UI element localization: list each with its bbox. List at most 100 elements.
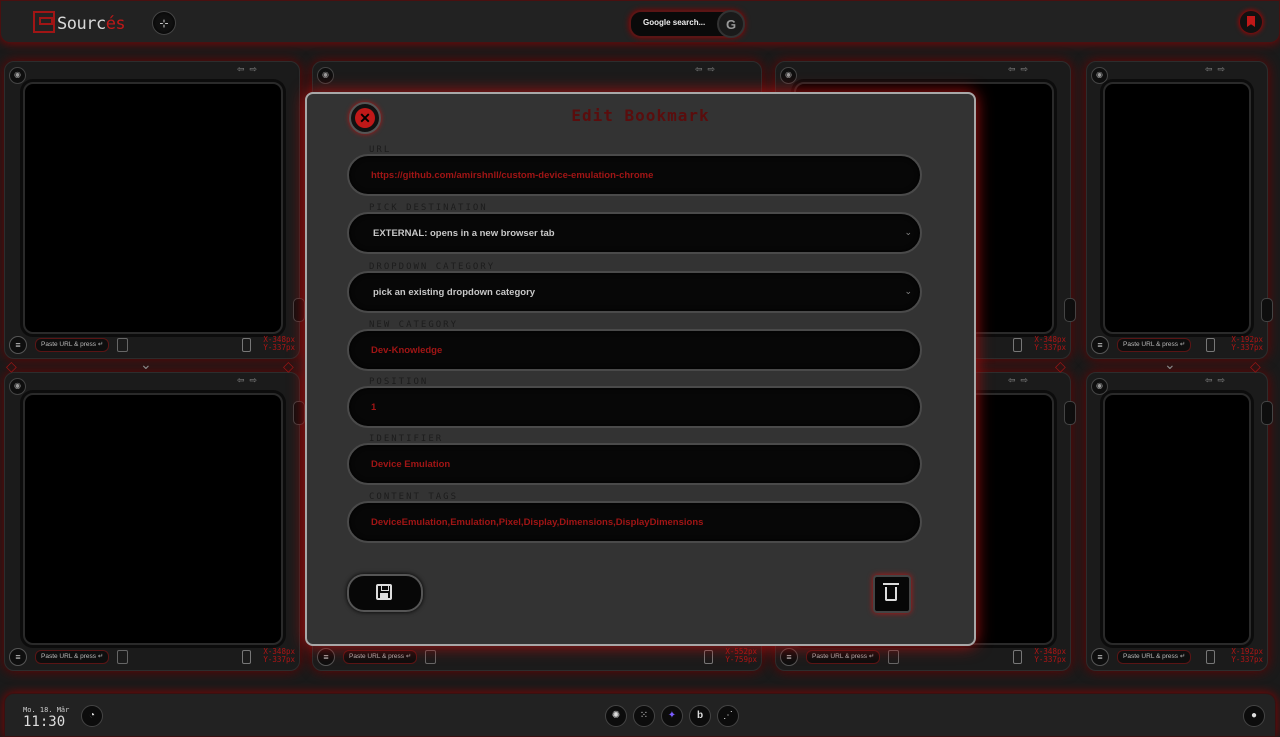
position-input[interactable]: 1 — [347, 386, 922, 428]
clock-display: 11:30 — [23, 714, 66, 730]
new-category-input[interactable]: Dev-Knowledge — [347, 329, 922, 371]
url-input[interactable]: https://github.com/amirshnll/custom-devi… — [347, 154, 922, 196]
rotate-icon[interactable] — [293, 401, 305, 425]
phone-icon[interactable] — [242, 338, 251, 352]
google-search-field[interactable]: Google search... G — [629, 10, 745, 38]
panel-footer: ≡ Paste URL & press ↵ X-348pxY-337px — [9, 648, 295, 666]
visibility-icon[interactable]: ◉ — [317, 67, 334, 84]
save-button[interactable] — [347, 574, 423, 612]
visibility-icon[interactable]: ◉ — [9, 378, 26, 395]
device-screen — [23, 82, 283, 334]
identifier-label: IDENTIFIER — [369, 434, 444, 444]
sitemap-icon[interactable]: ⊹ — [152, 11, 176, 35]
logo[interactable]: Sourcés — [33, 9, 141, 35]
dropdown-category-select[interactable]: pick an existing dropdown category ⌄ — [347, 271, 922, 313]
visibility-icon[interactable]: ◉ — [1091, 67, 1108, 84]
dropdown-category-label: DROPDOWN CATEGORY — [369, 262, 496, 272]
menu-icon[interactable]: ≡ — [1091, 648, 1109, 666]
menu-icon[interactable]: ≡ — [9, 648, 27, 666]
nav-arrows-icon[interactable]: ⇦⇨ — [1008, 64, 1033, 75]
phone-icon[interactable] — [1206, 338, 1215, 352]
content-tags-label: CONTENT TAGS — [369, 492, 459, 502]
edit-bookmark-dialog: ✕ Edit Bookmark https://github.com/amirs… — [305, 92, 976, 646]
paste-url-input[interactable]: Paste URL & press ↵ — [35, 650, 110, 664]
dimensions: X-552px Y-759px — [725, 647, 757, 664]
clipboard-icon[interactable] — [425, 650, 436, 664]
paste-url-input[interactable]: Paste URL & press ↵ — [1117, 650, 1192, 664]
rotate-icon[interactable] — [293, 298, 305, 322]
search-placeholder: Google search... — [643, 18, 706, 27]
device-panel: ◉ ⇦⇨ ≡ Paste URL & press ↵ X-192px Y-337p… — [1086, 61, 1273, 359]
grid-dots-icon[interactable]: ⁙ — [633, 705, 655, 727]
rotate-icon[interactable] — [1261, 298, 1273, 322]
bottom-bar: Mo. 18. Mär 11:30 ◔ ✺ ⁙ ✦ b ⋰ ● — [4, 693, 1276, 737]
bookmark-icon[interactable] — [1239, 10, 1263, 34]
nav-arrows-icon[interactable]: ⇦⇨ — [1205, 375, 1230, 386]
dimensions: X-348px Y-337px — [1034, 335, 1066, 352]
resize-handle-icon[interactable]: ◇ — [1250, 358, 1261, 375]
dialog-title: Edit Bookmark — [571, 106, 710, 125]
dimensions: X-348px Y-337px — [1034, 647, 1066, 664]
paste-url-input[interactable]: Paste URL & press ↵ — [1117, 338, 1192, 352]
share-icon[interactable]: ⋰ — [717, 705, 739, 727]
menu-icon[interactable]: ≡ — [780, 648, 798, 666]
logo-icon — [33, 11, 55, 33]
paste-url-input[interactable]: Paste URL & press ↵ — [343, 650, 418, 664]
rotate-icon[interactable] — [1261, 401, 1273, 425]
nav-arrows-icon[interactable]: ⇦⇨ — [695, 64, 720, 75]
sparkle-icon[interactable]: ✦ — [661, 705, 683, 727]
menu-icon[interactable]: ≡ — [1091, 336, 1109, 354]
device-panel: ◉ ⇦⇨ ≡ Paste URL & press ↵ X-348pxY-337p… — [4, 61, 305, 359]
nav-arrows-icon[interactable]: ⇦⇨ — [1008, 375, 1033, 386]
clipboard-icon[interactable] — [888, 650, 899, 664]
chevron-down-icon: ⌄ — [904, 286, 912, 296]
bing-icon[interactable]: b — [689, 705, 711, 727]
visibility-icon[interactable]: ◉ — [9, 67, 26, 84]
visibility-icon[interactable]: ◉ — [1091, 378, 1108, 395]
device-screen — [23, 393, 283, 645]
openai-icon[interactable]: ✺ — [605, 705, 627, 727]
clipboard-icon[interactable] — [117, 338, 128, 352]
visibility-icon[interactable]: ◉ — [780, 67, 797, 84]
panel-footer: ≡ Paste URL & press ↵ X-192px Y-337px — [1091, 648, 1263, 666]
delete-button[interactable] — [873, 575, 911, 613]
dimensions: X-348px Y-337px — [263, 647, 295, 664]
menu-icon[interactable]: ≡ — [317, 648, 335, 666]
device-screen — [1103, 82, 1251, 334]
destination-label: PICK DESTINATION — [369, 203, 488, 213]
phone-icon[interactable] — [1206, 650, 1215, 664]
google-icon[interactable]: G — [717, 10, 745, 38]
date-display: Mo. 18. Mär — [23, 706, 70, 714]
identifier-input[interactable]: Device Emulation — [347, 443, 922, 485]
dimensions: X-348px Y-337px — [263, 335, 295, 352]
menu-icon[interactable]: ≡ — [9, 336, 27, 354]
resize-handle-icon[interactable]: ◇ — [1055, 358, 1066, 375]
phone-icon[interactable] — [242, 650, 251, 664]
panel-footer: ≡ Paste URL & press ↵ X-348pxY-337px — [9, 336, 295, 354]
nav-arrows-icon[interactable]: ⇦⇨ — [237, 375, 262, 386]
resize-handle-icon[interactable]: ◇ — [6, 358, 17, 375]
phone-icon[interactable] — [1013, 338, 1022, 352]
panel-footer: ≡ Paste URL & press ↵ X-552px Y-759px — [317, 648, 757, 666]
clipboard-icon[interactable] — [117, 650, 128, 664]
phone-icon[interactable] — [1013, 650, 1022, 664]
collapse-chevron-icon[interactable]: ⌄ — [140, 356, 152, 373]
content-tags-input[interactable]: DeviceEmulation,Emulation,Pixel,Display,… — [347, 501, 922, 543]
paste-url-input[interactable]: Paste URL & press ↵ — [35, 338, 110, 352]
nav-arrows-icon[interactable]: ⇦⇨ — [237, 64, 262, 75]
nav-arrows-icon[interactable]: ⇦⇨ — [1205, 64, 1230, 75]
phone-icon[interactable] — [704, 650, 713, 664]
destination-select[interactable]: EXTERNAL: opens in a new browser tab ⌄ — [347, 212, 922, 254]
position-label: POSITION — [369, 377, 429, 387]
rotate-icon[interactable] — [1064, 298, 1076, 322]
collapse-chevron-icon[interactable]: ⌄ — [1164, 356, 1176, 373]
device-screen — [1103, 393, 1251, 645]
resize-handle-icon[interactable]: ◇ — [283, 358, 294, 375]
dimensions: X-192px Y-337px — [1231, 647, 1263, 664]
save-icon — [376, 584, 392, 600]
rotate-icon[interactable] — [1064, 401, 1076, 425]
paste-url-input[interactable]: Paste URL & press ↵ — [806, 650, 881, 664]
device-panel: ◉ ⇦⇨ ≡ Paste URL & press ↵ X-348pxY-337p… — [4, 372, 305, 671]
github-icon[interactable]: ● — [1243, 705, 1265, 727]
timer-icon[interactable]: ◔ — [81, 705, 103, 727]
